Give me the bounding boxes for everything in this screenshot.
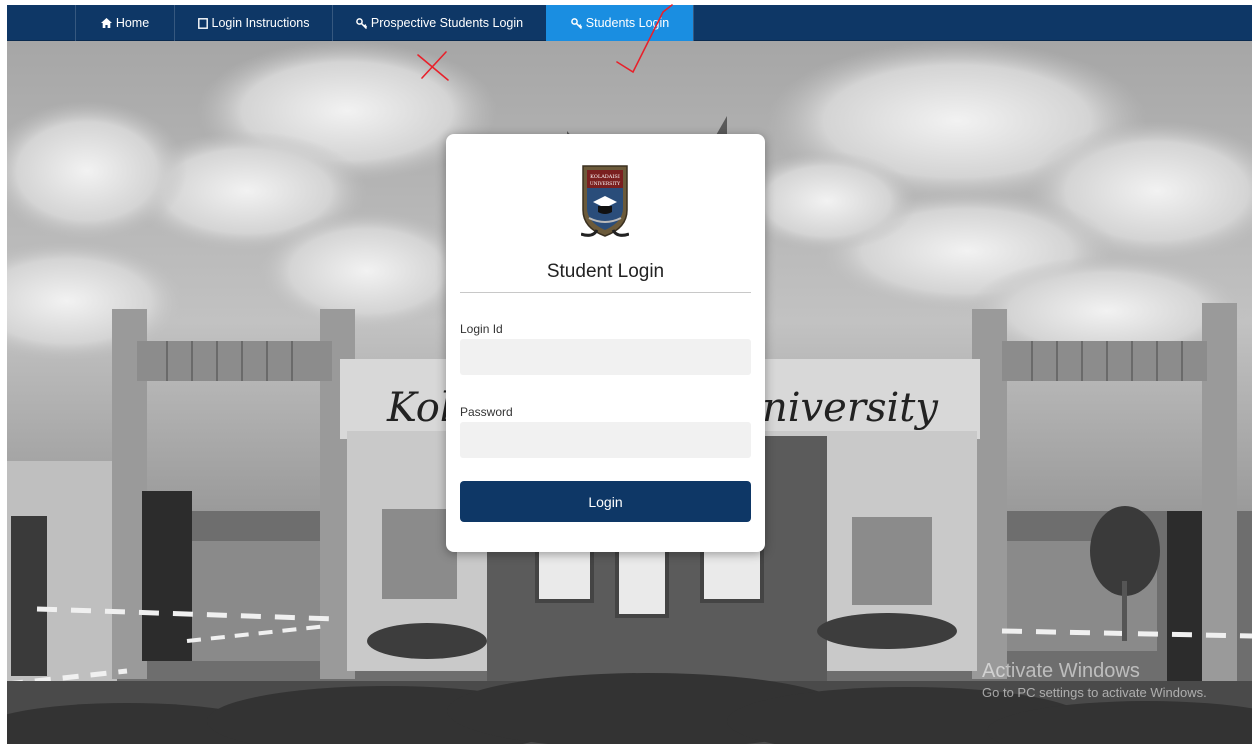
- password-label: Password: [460, 405, 513, 419]
- nav-students-login[interactable]: Students Login: [546, 5, 694, 41]
- top-nav-bar: Home Login Instructions Prospective Stud…: [7, 5, 1252, 41]
- password-input[interactable]: [460, 422, 751, 458]
- login-card: KOLADAISI UNIVERSITY Student Login Login…: [446, 134, 765, 552]
- right-gate-arch: [972, 303, 1237, 683]
- svg-text:UNIVERSITY: UNIVERSITY: [590, 181, 621, 187]
- gate-sign-left: Kol: [386, 385, 453, 431]
- key-icon: [356, 17, 367, 29]
- nav-login-instructions[interactable]: Login Instructions: [174, 5, 332, 41]
- activate-windows-watermark: Activate Windows Go to PC settings to ac…: [982, 660, 1207, 700]
- nav-students-login-label: Students Login: [585, 16, 670, 30]
- gate-sign-right: niversity: [762, 385, 939, 431]
- watermark-subtitle: Go to PC settings to activate Windows.: [982, 685, 1207, 700]
- nav-home[interactable]: Home: [75, 5, 174, 41]
- svg-text:KOLADAISI: KOLADAISI: [590, 174, 620, 180]
- nav-prospective-students-login-label: Prospective Students Login: [370, 16, 524, 30]
- nav-login-instructions-label: Login Instructions: [211, 16, 310, 30]
- nav-prospective-students-login[interactable]: Prospective Students Login: [332, 5, 546, 41]
- key-icon: [570, 17, 582, 29]
- nav-home-label: Home: [115, 16, 150, 30]
- document-icon: [197, 17, 208, 29]
- title-divider: [460, 292, 751, 293]
- university-crest-logo: KOLADAISI UNIVERSITY: [581, 165, 629, 237]
- login-button[interactable]: Login: [460, 481, 751, 522]
- login-title: Student Login: [546, 261, 665, 282]
- watermark-title: Activate Windows: [982, 660, 1140, 682]
- home-icon: [100, 18, 112, 28]
- login-id-input[interactable]: [460, 339, 751, 375]
- login-id-label: Login Id: [460, 322, 503, 336]
